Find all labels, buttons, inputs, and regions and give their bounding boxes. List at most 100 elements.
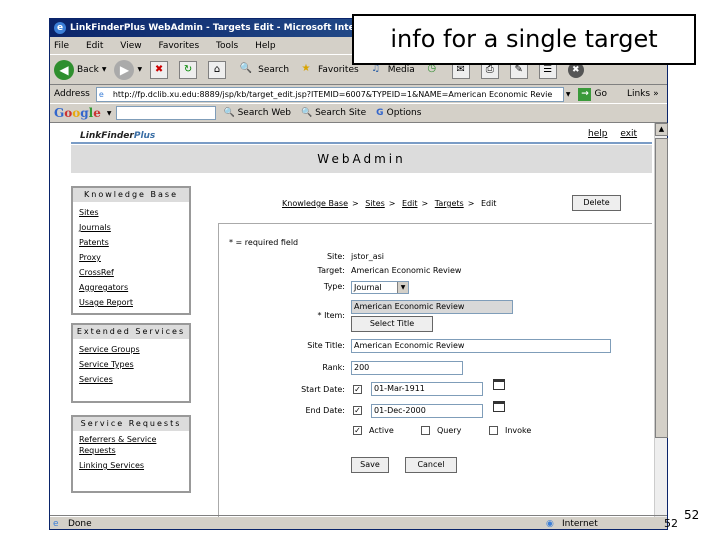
nav-link-services[interactable]: Services xyxy=(79,372,183,387)
calendar-icon[interactable] xyxy=(493,401,505,412)
refresh-button[interactable]: ↻ xyxy=(179,60,200,79)
google-search-input[interactable] xyxy=(115,106,216,120)
refresh-icon: ↻ xyxy=(179,60,198,79)
search-icon: 🔍 xyxy=(239,62,253,74)
header-divider xyxy=(71,142,652,144)
go-arrow-icon: → xyxy=(578,87,592,101)
end-date-label: End Date: xyxy=(305,406,345,415)
home-icon: ⌂ xyxy=(208,60,227,79)
calendar-icon[interactable] xyxy=(493,379,505,390)
home-button[interactable]: ⌂ xyxy=(208,60,229,79)
top-links: help exit xyxy=(578,129,637,139)
forward-arrow-icon: ▶ xyxy=(114,59,135,80)
exit-link[interactable]: exit xyxy=(620,129,637,139)
select-title-button[interactable]: Select Title xyxy=(351,316,433,332)
links-button[interactable]: Links xyxy=(627,89,650,99)
slide-number-overlap: 52 xyxy=(664,517,678,530)
rank-label: Rank: xyxy=(322,363,345,372)
chevron-down-icon: ▼ xyxy=(101,66,107,73)
back-arrow-icon: ◀ xyxy=(54,59,74,80)
menu-favorites[interactable]: Favorites xyxy=(158,41,199,51)
crumb-sites[interactable]: Sites xyxy=(365,199,385,208)
nav-link-sites[interactable]: Sites xyxy=(79,205,183,220)
panel-title: Service Requests xyxy=(73,417,189,431)
end-date-checkbox[interactable]: ✓ xyxy=(353,406,362,415)
back-button[interactable]: ◀ Back ▼ xyxy=(54,59,107,80)
delete-button[interactable]: Delete xyxy=(572,195,621,211)
page-banner: WebAdmin xyxy=(71,145,652,173)
item-label: * Item: xyxy=(317,311,345,320)
go-button[interactable]: → Go xyxy=(578,87,607,101)
start-date-label: Start Date: xyxy=(301,385,345,394)
chevron-down-icon[interactable]: ▼ xyxy=(566,91,571,98)
menu-help[interactable]: Help xyxy=(255,41,276,51)
menu-tools[interactable]: Tools xyxy=(216,41,238,51)
vertical-scrollbar[interactable]: ▲ xyxy=(654,123,668,517)
address-input[interactable]: e http://fp.dclib.xu.edu:8889/jsp/kb/tar… xyxy=(95,86,564,102)
cancel-button[interactable]: Cancel xyxy=(405,457,457,473)
breadcrumb: Knowledge Base > Sites > Edit > Targets > Ed… xyxy=(282,199,497,208)
site-label: Site: xyxy=(326,252,345,261)
zone-indicator: ◉ Internet xyxy=(544,516,598,532)
scroll-thumb[interactable] xyxy=(655,138,668,438)
nav-link-usage-report[interactable]: Usage Report xyxy=(79,295,183,310)
type-select[interactable]: Journal ▼ xyxy=(351,281,409,294)
site-value: jstor_asi xyxy=(351,252,385,261)
search-button[interactable]: 🔍 Search xyxy=(237,61,289,79)
crumb-knowledge-base[interactable]: Knowledge Base xyxy=(282,199,348,208)
start-date-input[interactable]: 01-Mar-1911 xyxy=(371,382,483,396)
star-icon: ★ xyxy=(301,62,311,74)
search-site-button[interactable]: 🔍 Search Site xyxy=(301,108,366,118)
search-web-button[interactable]: 🔍 Search Web xyxy=(224,108,291,118)
forward-button[interactable]: ▶ ▼ xyxy=(114,59,143,80)
nav-link-linking-services[interactable]: Linking Services xyxy=(79,460,183,471)
page-icon: e xyxy=(53,519,59,529)
nav-link-crossref[interactable]: CrossRef xyxy=(79,265,183,280)
stop-button[interactable]: ✖ xyxy=(150,60,171,79)
item-field: American Economic Review xyxy=(351,300,513,314)
rank-input[interactable]: 200 xyxy=(351,361,463,375)
query-checkbox[interactable] xyxy=(421,426,430,435)
panel-title: Knowledge Base xyxy=(73,188,189,202)
nav-link-aggregators[interactable]: Aggregators xyxy=(79,280,183,295)
extended-services-panel: Extended Services Service Groups Service… xyxy=(71,323,191,403)
menu-edit[interactable]: Edit xyxy=(86,41,103,51)
site-title-input[interactable]: American Economic Review xyxy=(351,339,611,353)
end-date-input[interactable]: 01-Dec-2000 xyxy=(371,404,483,418)
google-logo[interactable]: Google xyxy=(54,106,101,120)
search-icon: 🔍 xyxy=(300,108,316,118)
target-label: Target: xyxy=(317,266,345,275)
save-button[interactable]: Save xyxy=(351,457,389,473)
start-date-checkbox[interactable]: ✓ xyxy=(353,385,362,394)
page-viewport: LinkFinderPlus help exit WebAdmin Knowle… xyxy=(50,123,654,517)
menu-file[interactable]: File xyxy=(54,41,69,51)
favorites-button[interactable]: ★ Favorites xyxy=(297,61,359,79)
callout-box: info for a single target xyxy=(352,14,696,65)
scroll-up-icon[interactable]: ▲ xyxy=(655,123,668,136)
nav-link-service-types[interactable]: Service Types xyxy=(79,357,183,372)
nav-link-patents[interactable]: Patents xyxy=(79,235,183,250)
address-label: Address xyxy=(54,89,90,99)
chevron-down-icon: ▼ xyxy=(137,66,143,73)
crumb-edit[interactable]: Edit xyxy=(402,199,418,208)
crumb-targets[interactable]: Targets xyxy=(435,199,464,208)
globe-icon: ◉ xyxy=(546,519,554,529)
status-bar: e Done ◉ Internet xyxy=(50,515,667,531)
site-title-label: Site Title: xyxy=(307,341,345,350)
nav-link-service-groups[interactable]: Service Groups xyxy=(79,342,183,357)
nav-link-journals[interactable]: Journals xyxy=(79,220,183,235)
google-toolbar: Google ▼ 🔍 Search Web 🔍 Search Site G Op… xyxy=(50,104,667,123)
active-checkbox[interactable]: ✓ xyxy=(353,426,362,435)
address-bar: Address e http://fp.dclib.xu.edu:8889/js… xyxy=(50,85,667,104)
invoke-checkbox[interactable] xyxy=(489,426,498,435)
required-note: * = required field xyxy=(229,238,299,247)
chevron-down-icon[interactable]: ▼ xyxy=(107,110,112,117)
nav-link-referrers[interactable]: Referrers & Service Requests xyxy=(79,434,183,456)
knowledge-base-panel: Knowledge Base Sites Journals Patents Pr… xyxy=(71,186,191,315)
google-icon: G xyxy=(376,108,387,118)
options-button[interactable]: G Options xyxy=(376,108,421,118)
menu-view[interactable]: View xyxy=(120,41,141,51)
browser-window: e LinkFinderPlus WebAdmin - Targets Edit… xyxy=(49,18,668,530)
nav-link-proxy[interactable]: Proxy xyxy=(79,250,183,265)
help-link[interactable]: help xyxy=(588,129,607,139)
